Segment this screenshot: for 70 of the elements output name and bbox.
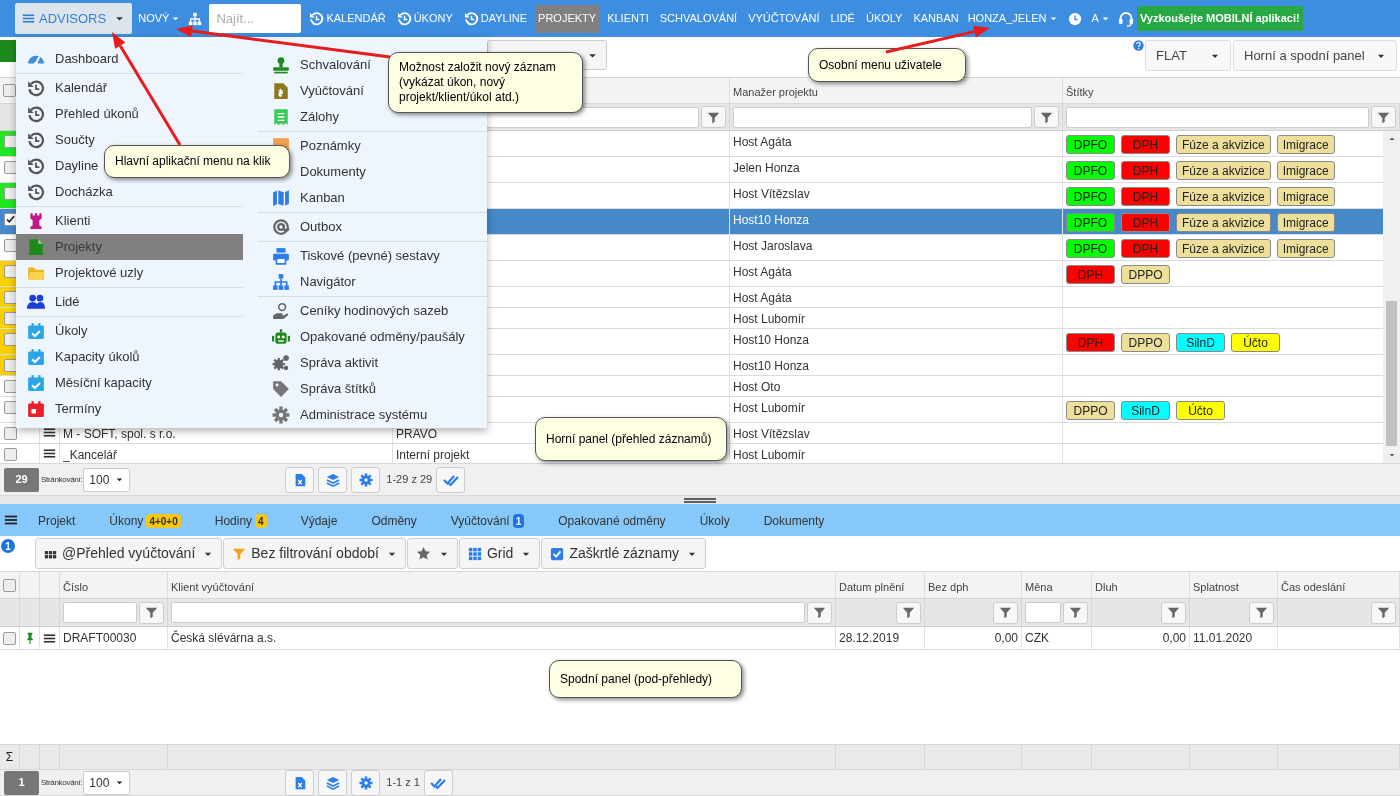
callout-tooltip: Možnost založit nový záznam (vykázat úkon, nový projekt/klient/úkol atd.) xyxy=(388,52,583,113)
table-cell-text: 0,00 xyxy=(994,630,1018,647)
table-cell-text: 11.01.2020 xyxy=(1193,630,1253,647)
table-cell: Host10 Honza xyxy=(733,213,810,227)
callout-tooltip: Spodní panel (pod-přehledy) xyxy=(549,660,742,698)
table-cell: Host Agáta xyxy=(733,291,792,305)
sum-label: Σ xyxy=(5,749,14,766)
tag: Imigrace xyxy=(1276,239,1335,258)
table-cell-text: CZK xyxy=(1025,630,1049,647)
tag: Imigrace xyxy=(1276,213,1335,232)
table-cell: Host10 Honza xyxy=(733,359,810,373)
paging-label: Stránkování: xyxy=(41,473,83,486)
table-cell: Host Jaroslava xyxy=(733,239,813,253)
tag: DPH xyxy=(1121,161,1170,180)
tag: Fúze a akvizice xyxy=(1176,161,1271,180)
count-badge: 4 xyxy=(255,514,267,528)
tag: DPH xyxy=(1121,187,1170,206)
table-cell: Česká slévárna a.s. xyxy=(171,629,277,647)
table-cell: Host Oto xyxy=(733,380,781,394)
tag: Imigrace xyxy=(1276,161,1335,180)
tag: Imigrace xyxy=(1276,135,1335,154)
table-cell: Host10 Honza xyxy=(733,333,810,347)
tag: DPPO xyxy=(1121,265,1170,284)
tag: DPH xyxy=(1066,265,1115,284)
table-cell-text: 28.12.2019 xyxy=(839,630,900,647)
paging-label: Stránkování: xyxy=(41,776,83,789)
tag: DPH xyxy=(1121,239,1170,258)
tag: DPH xyxy=(1121,213,1170,232)
table-cell: Host Lubomír xyxy=(733,401,806,415)
tag: DPFO xyxy=(1066,161,1115,180)
tag: Účto xyxy=(1176,401,1225,420)
tag: DPFO xyxy=(1066,135,1115,154)
table-cell: M - SOFT, spol. s r.o. xyxy=(63,427,176,441)
callout-tooltip: Hlavní aplikační menu na klik xyxy=(104,145,290,178)
tag: DPH xyxy=(1066,333,1115,352)
table-cell: _Kancelář xyxy=(63,448,118,462)
tag: DPPO xyxy=(1066,401,1115,420)
tag: Fúze a akvizice xyxy=(1176,213,1271,232)
record-count: 1 xyxy=(4,770,39,795)
page-range: 1-1 z 1 xyxy=(386,775,420,791)
tag: DPFO xyxy=(1066,213,1115,232)
tag: DPFO xyxy=(1066,239,1115,258)
callout-tooltip: Osobní menu uživatele xyxy=(808,48,966,82)
tag: DPPO xyxy=(1121,333,1170,352)
tag: Fúze a akvizice xyxy=(1176,135,1271,154)
table-cell: Host Agáta xyxy=(733,265,792,279)
tag: SilnD xyxy=(1176,333,1225,352)
count-badge: 1 xyxy=(512,514,525,528)
tag: DPH xyxy=(1121,135,1170,154)
table-cell: Host Lubomír xyxy=(733,312,806,326)
page-range: 1-29 z 29 xyxy=(386,472,433,488)
tag: Fúze a akvizice xyxy=(1176,187,1271,206)
table-cell: Jelen Honza xyxy=(733,161,800,175)
tag: Fúze a akvizice xyxy=(1176,239,1271,258)
count-badge: 1 xyxy=(1,539,15,553)
callout-tooltip: Horní panel (přehled záznamů) xyxy=(535,417,727,461)
table-cell-text: DRAFT00030 xyxy=(63,630,137,647)
count-badge: 4+0+0 xyxy=(146,514,181,528)
table-cell: PRAVO xyxy=(396,427,438,441)
table-cell: Host Vítězslav xyxy=(733,187,810,201)
table-cell: Interní projekt xyxy=(396,448,470,462)
table-cell: Host Agáta xyxy=(733,135,792,149)
tag: SilnD xyxy=(1121,401,1170,420)
record-count: 29 xyxy=(4,467,39,492)
tag: Účto xyxy=(1231,333,1280,352)
tag: Imigrace xyxy=(1276,187,1335,206)
table-cell-text: 0,00 xyxy=(1162,630,1186,647)
table-cell: Host Vítězslav xyxy=(733,427,810,441)
tag: DPFO xyxy=(1066,187,1115,206)
table-cell: Host Lubomír xyxy=(733,448,806,462)
